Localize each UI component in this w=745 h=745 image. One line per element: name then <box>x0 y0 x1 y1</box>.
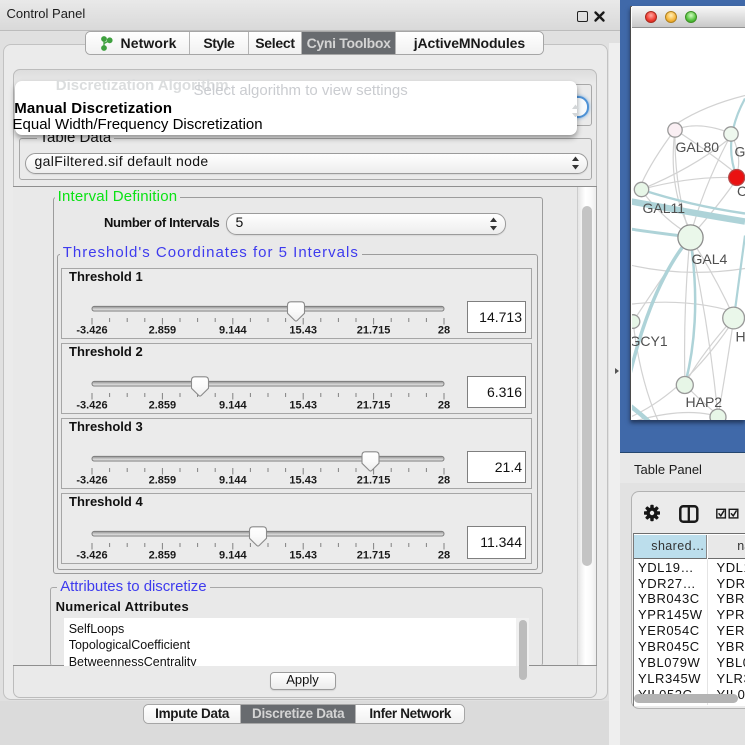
svg-text:GA: GA <box>735 143 745 159</box>
svg-text:28: 28 <box>438 399 450 411</box>
svg-text:28: 28 <box>438 474 450 486</box>
svg-text:28: 28 <box>438 550 450 562</box>
svg-text:GAL80: GAL80 <box>676 139 720 155</box>
svg-text:-3.426: -3.426 <box>76 324 107 336</box>
svg-text:15.43: 15.43 <box>289 474 317 486</box>
svg-text:-3.426: -3.426 <box>76 399 107 411</box>
svg-text:HAP2: HAP2 <box>686 394 723 410</box>
svg-text:21.715: 21.715 <box>357 550 391 562</box>
svg-text:21.715: 21.715 <box>357 324 391 336</box>
svg-text:2.859: 2.859 <box>149 474 177 486</box>
svg-text:2.859: 2.859 <box>149 399 177 411</box>
svg-text:9.144: 9.144 <box>219 324 247 336</box>
svg-text:21.715: 21.715 <box>357 474 391 486</box>
svg-text:15.43: 15.43 <box>289 399 317 411</box>
svg-text:28: 28 <box>438 324 450 336</box>
svg-text:CD: CD <box>737 183 745 199</box>
svg-text:GAL11: GAL11 <box>643 200 686 216</box>
svg-text:15.43: 15.43 <box>289 324 317 336</box>
svg-text:9.144: 9.144 <box>219 550 247 562</box>
svg-text:GCY1: GCY1 <box>632 333 668 349</box>
svg-text:-3.426: -3.426 <box>76 550 107 562</box>
svg-text:-3.426: -3.426 <box>76 474 107 486</box>
svg-text:9.144: 9.144 <box>219 474 247 486</box>
svg-text:HI: HI <box>736 328 745 344</box>
svg-text:GAL4: GAL4 <box>692 251 728 267</box>
svg-text:9.144: 9.144 <box>219 399 247 411</box>
svg-text:2.859: 2.859 <box>149 324 177 336</box>
svg-text:15.43: 15.43 <box>289 550 317 562</box>
svg-text:21.715: 21.715 <box>357 399 391 411</box>
svg-text:2.859: 2.859 <box>149 550 177 562</box>
